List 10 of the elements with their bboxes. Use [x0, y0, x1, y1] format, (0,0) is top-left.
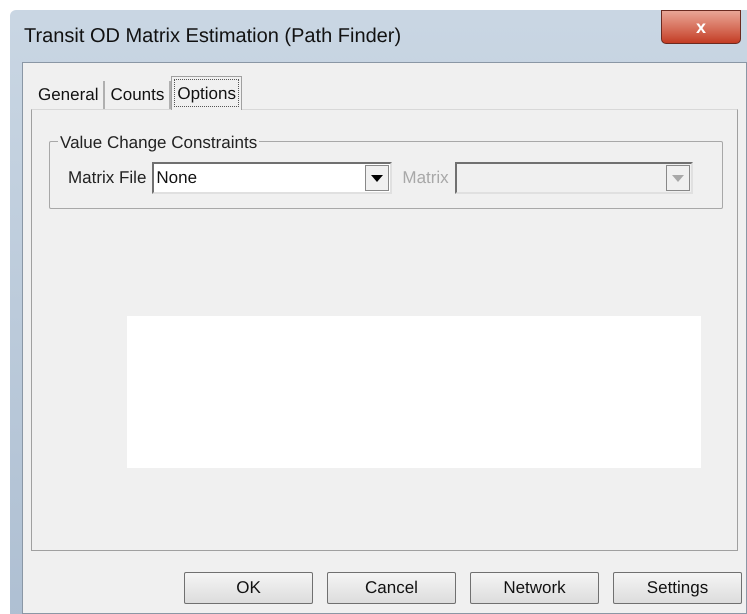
field-label: Matrix File: [68, 167, 146, 190]
field-label: Matrix: [402, 167, 449, 190]
tab[interactable]: Options: [171, 76, 242, 110]
dialog-button[interactable]: OK: [184, 572, 313, 604]
field-value: None: [155, 167, 198, 190]
dropdown-field[interactable]: None: [152, 162, 392, 194]
dialog-button[interactable]: Network: [470, 572, 599, 604]
window-title: Transit OD Matrix Estimation (Path Finder): [23, 24, 402, 49]
dialog-button[interactable]: Settings: [613, 572, 742, 604]
dialog-button[interactable]: Cancel: [327, 572, 456, 604]
